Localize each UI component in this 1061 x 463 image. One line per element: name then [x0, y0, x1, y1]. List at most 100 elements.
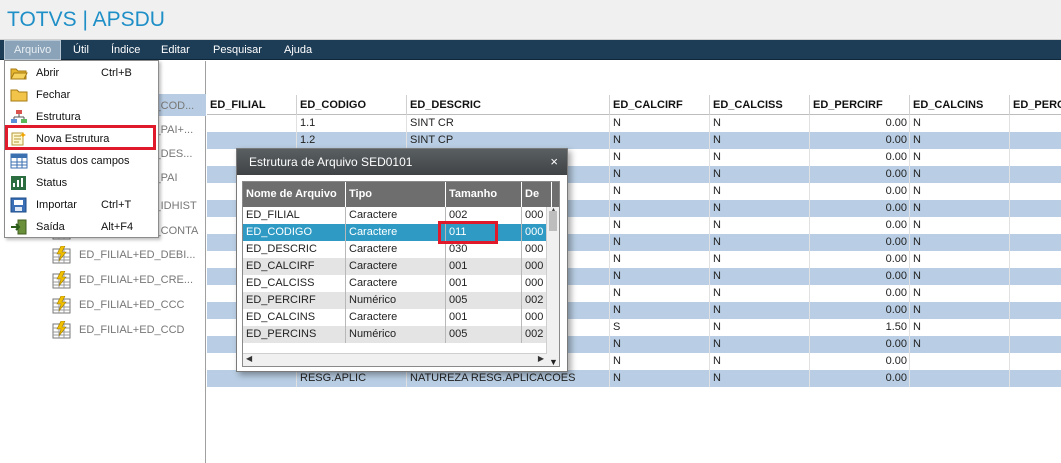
menu-util[interactable]: Útil: [64, 40, 98, 60]
table-row[interactable]: 1.2 SINT CP N N 0.00 N: [207, 132, 1061, 149]
menu-ajuda[interactable]: Ajuda: [275, 40, 321, 60]
grid-column-header[interactable]: ED_FILIAL: [207, 95, 297, 115]
structure-dialog: Estrutura de Arquivo SED0101 × Nome de A…: [236, 148, 568, 372]
grid-column-header[interactable]: ED_CALCISS: [710, 95, 810, 115]
tamanho-highlight: [438, 221, 498, 244]
structure-cell: Numérico: [346, 326, 446, 343]
menu-item-shortcut: Ctrl+T: [101, 199, 132, 211]
structure-column-header[interactable]: Tamanho: [446, 182, 522, 207]
grid-cell: [1010, 319, 1061, 336]
scroll-down-icon[interactable]: ▼: [549, 357, 558, 366]
structure-cell: Caractere: [346, 258, 446, 275]
grid-cell: [207, 115, 297, 132]
table-row[interactable]: RESG.APLIC NATUREZA RESG.APLICACOES N N 0.00: [207, 370, 1061, 387]
structure-cell: ED_PERCINS: [243, 326, 346, 343]
grid-cell: N: [610, 183, 710, 200]
grid-cell: [1010, 217, 1061, 234]
grid-cell: N: [910, 149, 1010, 166]
menu-item-importar[interactable]: Importar Ctrl+T: [5, 194, 158, 216]
grid-cell: 0.00: [810, 200, 910, 217]
vertical-scrollbar[interactable]: ▲ ▼: [546, 207, 559, 366]
grid-cell: N: [610, 268, 710, 285]
scroll-right-icon[interactable]: ▶: [538, 354, 544, 363]
structure-row[interactable]: ED_CODIGO Caractere 011 000: [243, 224, 559, 241]
grid-cell: [1010, 336, 1061, 353]
structure-cell: Caractere: [346, 224, 446, 241]
menu-item-status[interactable]: Status: [5, 172, 158, 194]
grid-cell: 0.00: [810, 336, 910, 353]
grid-cell: N: [710, 115, 810, 132]
grid-cell: N: [610, 370, 710, 387]
structure-table-header: Nome de Arquivo Tipo Tamanho De: [243, 182, 559, 207]
tree-item[interactable]: ED_FILIAL+ED_CCD: [52, 320, 184, 340]
grid-cell: [1010, 285, 1061, 302]
menu-indice[interactable]: Índice: [102, 40, 149, 60]
grid-cell: [1010, 302, 1061, 319]
grid-cell: N: [710, 336, 810, 353]
structure-row[interactable]: ED_CALCIRF Caractere 001 000: [243, 258, 559, 275]
structure-cell: 001: [446, 258, 522, 275]
tree-item[interactable]: ED_FILIAL+ED_CRE...: [52, 270, 193, 290]
menu-item-fechar[interactable]: Fechar: [5, 84, 158, 106]
structure-cell: ED_PERCIRF: [243, 292, 346, 309]
structure-row[interactable]: ED_CALCINS Caractere 001 000: [243, 309, 559, 326]
grid-cell: N: [910, 115, 1010, 132]
grid-cell: NATUREZA RESG.APLICACOES: [407, 370, 610, 387]
structure-column-header[interactable]: Tipo: [346, 182, 446, 207]
tree-item[interactable]: ED_FILIAL+ED_CCC: [52, 295, 184, 315]
grid-cell: N: [710, 183, 810, 200]
grid-cell: [207, 370, 297, 387]
grid-cell: [910, 370, 1010, 387]
menu-pesquisar[interactable]: Pesquisar: [204, 40, 271, 60]
structure-row[interactable]: ED_CALCISS Caractere 001 000: [243, 275, 559, 292]
menu-arquivo[interactable]: Arquivo: [4, 40, 62, 60]
horizontal-scrollbar[interactable]: ◀ ▶: [243, 353, 547, 366]
grid-cell: RESG.APLIC: [297, 370, 407, 387]
structure-cell: ED_CODIGO: [243, 224, 346, 241]
menu-item-shortcut: Alt+F4: [101, 221, 134, 233]
folder-icon: [10, 87, 28, 103]
grid-column-header[interactable]: ED_CALCIRF: [610, 95, 710, 115]
grid-cell: [910, 353, 1010, 370]
tree-item-label: ED_FILIAL+ED_CCD: [79, 324, 185, 337]
structure-row[interactable]: ED_DESCRIC Caractere 030 000: [243, 241, 559, 258]
menu-editar[interactable]: Editar: [152, 40, 199, 60]
menu-item-abrir[interactable]: Abrir Ctrl+B: [5, 62, 158, 84]
close-icon[interactable]: ×: [550, 154, 558, 169]
grid-column-header[interactable]: ED_CODIGO: [297, 95, 407, 115]
grid-cell: N: [910, 302, 1010, 319]
menu-item-label: Importar: [36, 199, 77, 211]
structure-cell: 005: [446, 292, 522, 309]
scroll-thumb[interactable]: [549, 211, 557, 231]
exit-icon: [10, 219, 28, 235]
grid-cell: N: [610, 200, 710, 217]
structure-row[interactable]: ED_FILIAL Caractere 002 000: [243, 207, 559, 224]
structure-cell: Caractere: [346, 309, 446, 326]
grid-cell: N: [910, 183, 1010, 200]
grid-column-header[interactable]: ED_CALCINS: [910, 95, 1010, 115]
scroll-left-icon[interactable]: ◀: [246, 354, 252, 363]
structure-cell: 001: [446, 309, 522, 326]
grid-column-header[interactable]: ED_PERCIRF: [810, 95, 910, 115]
structure-row[interactable]: ED_PERCINS Numérico 005 002: [243, 326, 559, 343]
grid-cell: N: [710, 200, 810, 217]
table-row[interactable]: 1.1 SINT CR N N 0.00 N: [207, 115, 1061, 132]
grid-column-header[interactable]: ED_DESCRIC: [407, 95, 610, 115]
grid-cell: 1.2: [297, 132, 407, 149]
grid-cell: N: [910, 217, 1010, 234]
grid-cell: [1010, 132, 1061, 149]
tree-item[interactable]: ED_FILIAL+ED_DEBI...: [52, 245, 195, 265]
grid-cell: SINT CR: [407, 115, 610, 132]
grid-cell: N: [710, 149, 810, 166]
grid-column-header[interactable]: ED_PERC: [1010, 95, 1061, 115]
menu-item-status-dos-campos[interactable]: Status dos campos: [5, 150, 158, 172]
structure-column-header[interactable]: De: [522, 182, 552, 207]
structure-column-header[interactable]: Nome de Arquivo: [243, 182, 346, 207]
structure-cell: Caractere: [346, 241, 446, 258]
menu-item-sa-da[interactable]: Saída Alt+F4: [5, 216, 158, 238]
grid-cell: 0.00: [810, 268, 910, 285]
grid-cell: [1010, 166, 1061, 183]
structure-row[interactable]: ED_PERCIRF Numérico 005 002: [243, 292, 559, 309]
grid-cell: N: [710, 234, 810, 251]
grid-cell: N: [910, 132, 1010, 149]
